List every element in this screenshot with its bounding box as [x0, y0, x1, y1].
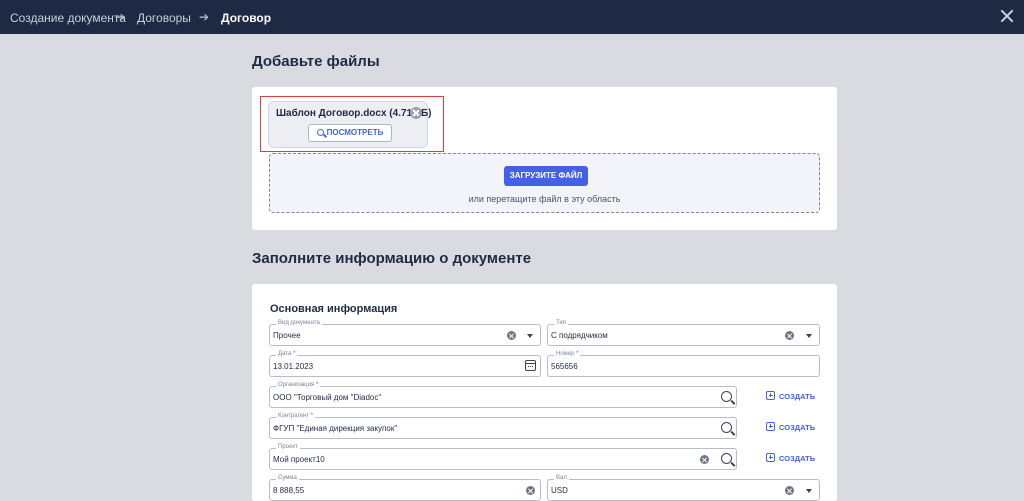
- number-value: 565656: [551, 362, 578, 371]
- highlight-box: [260, 96, 444, 152]
- type-select[interactable]: Тип С подрядчиком: [547, 319, 820, 346]
- chevron-down-icon[interactable]: [527, 334, 533, 338]
- organization-label: Организация *: [276, 381, 321, 390]
- clear-icon[interactable]: [785, 331, 794, 340]
- type-label: Тип: [554, 319, 569, 328]
- plus-icon: [766, 453, 775, 462]
- files-section-title: Добавьте файлы: [252, 53, 380, 70]
- project-value: Мой проект10: [273, 455, 325, 464]
- create-project-button[interactable]: СОЗДАТЬ: [766, 452, 815, 466]
- doc-type-select[interactable]: Вид документа Прочее: [269, 319, 541, 346]
- breadcrumb-contract: Договор: [221, 11, 272, 25]
- chevron-down-icon[interactable]: [806, 334, 812, 338]
- date-value: 13.01.2023: [273, 362, 314, 371]
- amount-field[interactable]: Сумма 8 888,55: [269, 474, 541, 501]
- clear-icon[interactable]: [526, 486, 535, 495]
- chevron-down-icon[interactable]: [806, 489, 812, 493]
- main-info-subtitle: Основная информация: [270, 303, 398, 315]
- organization-value: ООО "Торговый дом "Diadoc": [273, 393, 382, 402]
- info-section-title: Заполните информацию о документе: [252, 250, 532, 267]
- clear-icon[interactable]: [700, 455, 709, 464]
- close-icon[interactable]: [1000, 9, 1014, 23]
- currency-value: USD: [551, 486, 568, 495]
- create-counterparty-button[interactable]: СОЗДАТЬ: [766, 421, 815, 435]
- search-icon[interactable]: [721, 391, 732, 402]
- project-field[interactable]: Проект Мой проект10: [269, 443, 737, 470]
- doc-type-label: Вид документа: [276, 319, 322, 328]
- counterparty-label: Контрагент *: [276, 412, 316, 421]
- doc-type-value: Прочее: [273, 331, 301, 340]
- drop-hint: или перетащите файл в эту область: [468, 194, 621, 204]
- amount-value: 8 888,55: [273, 486, 305, 495]
- file-drop-zone[interactable]: ЗАГРУЗИТЕ ФАЙЛ или перетащите файл в эту…: [269, 153, 820, 213]
- plus-icon: [766, 422, 775, 431]
- number-field[interactable]: Номер * 565656: [547, 350, 820, 377]
- type-value: С подрядчиком: [551, 331, 608, 340]
- calendar-icon[interactable]: [525, 360, 536, 371]
- breadcrumb-contracts[interactable]: Договоры: [137, 11, 191, 25]
- create-organization-button[interactable]: СОЗДАТЬ: [766, 390, 815, 404]
- search-icon[interactable]: [721, 422, 732, 433]
- counterparty-field[interactable]: Контрагент * ФГУП "Единая дирекция закуп…: [269, 412, 737, 439]
- breadcrumb-create-document[interactable]: Создание документа: [10, 11, 126, 25]
- currency-label: Вал: [554, 474, 569, 483]
- search-icon[interactable]: [721, 453, 732, 464]
- upload-file-button[interactable]: ЗАГРУЗИТЕ ФАЙЛ: [504, 166, 588, 186]
- number-label: Номер *: [554, 350, 581, 359]
- breadcrumb-arrow-icon: ➔: [115, 10, 126, 24]
- date-field[interactable]: Дата * 13.01.2023: [269, 350, 541, 377]
- clear-icon[interactable]: [785, 486, 794, 495]
- date-label: Дата *: [276, 350, 298, 359]
- project-label: Проект: [276, 443, 300, 452]
- clear-icon[interactable]: [507, 331, 516, 340]
- organization-field[interactable]: Организация * ООО "Торговый дом "Diadoc": [269, 381, 737, 408]
- plus-icon: [766, 391, 775, 400]
- top-bar: Создание документа ➔ Договоры ➔ Договор: [0, 0, 1024, 34]
- amount-label: Сумма: [276, 474, 299, 483]
- breadcrumb-arrow-icon: ➔: [199, 10, 210, 24]
- currency-select[interactable]: Вал USD: [547, 474, 820, 501]
- counterparty-value: ФГУП "Единая дирекция закупок": [273, 424, 398, 433]
